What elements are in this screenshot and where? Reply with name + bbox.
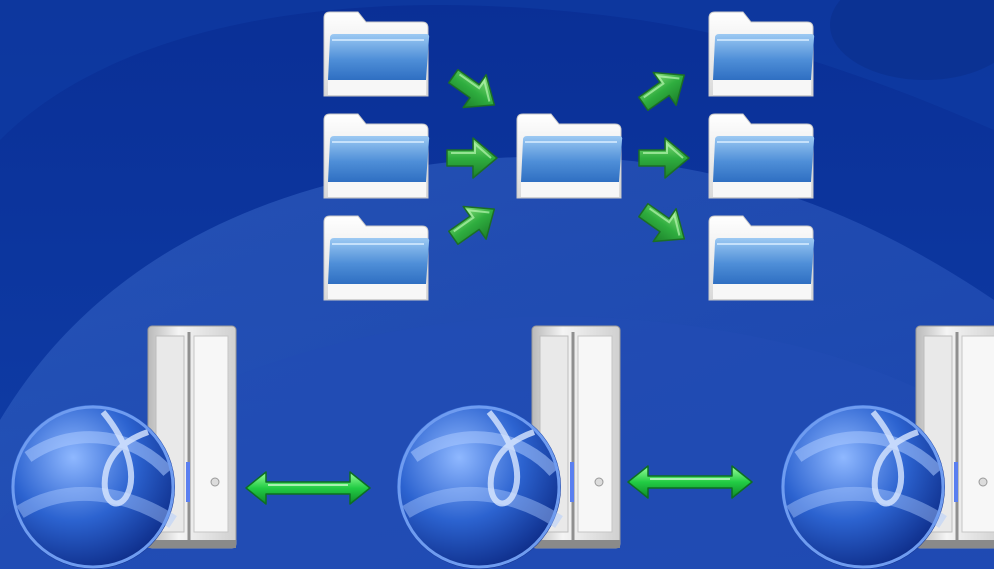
globe-icon xyxy=(8,402,178,569)
double-arrow-icon xyxy=(245,471,371,505)
folder-icon xyxy=(323,113,430,199)
folder-icon xyxy=(708,113,815,199)
folder-icon xyxy=(323,11,430,97)
green-arrow-icon xyxy=(635,200,691,248)
green-arrow-icon xyxy=(635,66,691,114)
folder-icon xyxy=(708,11,815,97)
green-arrow-icon xyxy=(638,137,690,179)
green-arrow-icon xyxy=(445,66,501,114)
globe-icon xyxy=(778,402,948,569)
folder-icon xyxy=(708,215,815,301)
diagram-canvas xyxy=(0,0,994,569)
folder-icon xyxy=(323,215,430,301)
globe-icon xyxy=(394,402,564,569)
hub-folder-icon xyxy=(516,113,623,199)
green-arrow-icon xyxy=(446,137,498,179)
green-arrow-icon xyxy=(445,200,501,248)
double-arrow-icon xyxy=(627,465,753,499)
